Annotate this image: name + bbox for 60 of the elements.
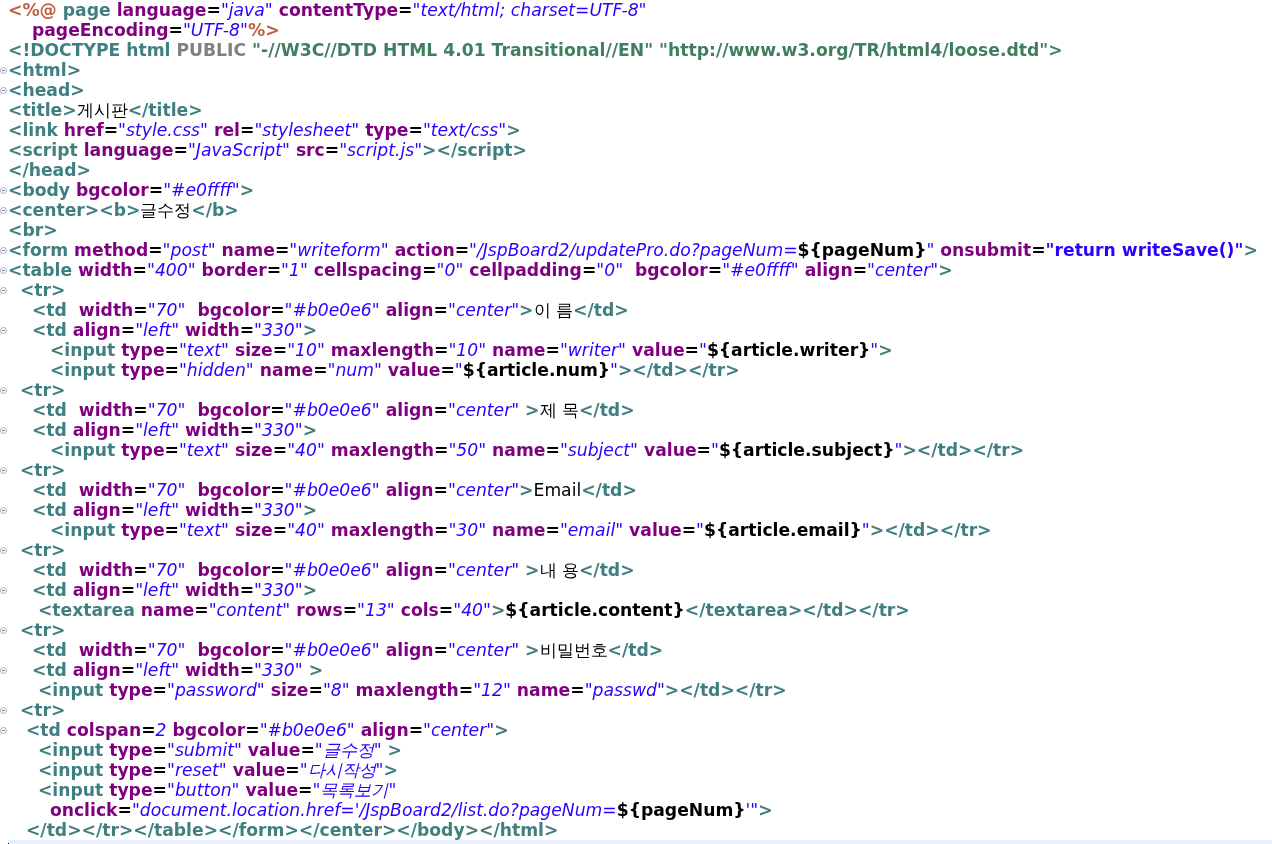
code-line: <tr> [18, 620, 66, 640]
code-line: <td width="70" bgcolor="#b0e0e6" align="center" >제 목</td> [30, 400, 635, 420]
code-line: <tr> [18, 280, 66, 300]
collapse-icon[interactable] [0, 206, 7, 214]
code-line: <input type="hidden" name="num" value="${article.num}"></td></tr> [48, 360, 740, 380]
collapse-icon[interactable] [0, 466, 7, 474]
collapse-icon[interactable] [0, 86, 7, 94]
collapse-icon[interactable] [0, 666, 7, 674]
code-line: <tr> [18, 700, 66, 720]
code-line: <input type="button" value="목록보기" [36, 780, 397, 800]
code-line: <input type="text" size="40" maxlength="50" name="subject" value="${article.subject}"></td></tr> [48, 440, 1025, 460]
code-line: <form method="post" name="writeform" action="/JspBoard2/updatePro.do?pageNum=${pageNum}" onsubmit="return writeSave()"> [8, 240, 1258, 260]
collapse-icon[interactable] [0, 186, 7, 194]
code-line: <tr> [18, 460, 66, 480]
code-line: <table width="400" border="1" cellspacing="0" cellpadding="0" bgcolor="#e0ffff" align="center"> [8, 260, 953, 280]
collapse-icon[interactable] [0, 386, 7, 394]
code-line: <td colspan=2 bgcolor="#b0e0e6" align="center"> [24, 720, 509, 740]
collapse-icon[interactable] [0, 706, 7, 714]
code-line: <link href="style.css" rel="stylesheet" type="text/css"> [8, 120, 521, 140]
code-line: <input type="text" size="40" maxlength="30" name="email" value="${article.email}"></td></tr> [48, 520, 992, 540]
collapse-icon[interactable] [0, 546, 7, 554]
code-line: <body bgcolor="#e0ffff"> [8, 180, 255, 200]
collapse-icon[interactable] [0, 266, 7, 274]
code-line: <tr> [18, 540, 66, 560]
code-line: <title>게시판</title> [8, 100, 203, 120]
code-line: <td align="left" width="330"> [30, 500, 318, 520]
collapse-icon[interactable] [0, 286, 7, 294]
code-line: <textarea name="content" rows="13" cols="40">${article.content}</textarea></td></tr> [36, 600, 910, 620]
code-line: </head> [8, 160, 91, 180]
code-line: onclick="document.location.href='/JspBoard2/list.do?pageNum=${pageNum}'"> [48, 800, 773, 820]
collapse-icon[interactable] [0, 326, 7, 334]
collapse-icon[interactable] [0, 426, 7, 434]
code-line: <td align="left" width="330" > [30, 660, 324, 680]
collapse-icon[interactable] [0, 506, 7, 514]
code-line: pageEncoding="UTF-8"%> [30, 20, 280, 40]
code-line: <script language="JavaScript" src="script.js"></script> [8, 140, 527, 160]
code-line: <html> [8, 60, 82, 80]
code-line: <td width="70" bgcolor="#b0e0e6" align="center">이 름</td> [30, 300, 629, 320]
code-line: <input type="text" size="10" maxlength="10" name="writer" value="${article.writer}"> [48, 340, 893, 360]
collapse-icon[interactable] [0, 726, 7, 734]
code-line: <tr> [18, 380, 66, 400]
code-line: <center><b>글수정</b> [8, 200, 239, 220]
code-line: <input type="submit" value="글수정" > [36, 740, 402, 760]
collapse-icon[interactable] [0, 246, 7, 254]
code-line: <head> [8, 80, 85, 100]
code-line: <td align="left" width="330"> [30, 420, 318, 440]
code-line: <td width="70" bgcolor="#b0e0e6" align="center" >비밀번호</td> [30, 640, 664, 660]
code-line: <td align="left" width="330"> [30, 580, 318, 600]
code-line: <td align="left" width="330"> [30, 320, 318, 340]
collapse-icon[interactable] [0, 586, 7, 594]
collapse-icon[interactable] [0, 66, 7, 74]
code-line: <!DOCTYPE html PUBLIC "-//W3C//DTD HTML 4.01 Transitional//EN" "http://www.w3.org/TR/html4/loose.dtd"> [8, 40, 1063, 60]
code-line: <input type="password" size="8" maxlength="12" name="passwd"></td></tr> [36, 680, 787, 700]
code-line: <td width="70" bgcolor="#b0e0e6" align="center" >내 용</td> [30, 560, 635, 580]
code-line: <%@ page language="java" contentType="text/html; charset=UTF-8" [8, 0, 647, 20]
code-line: </td></tr></table></form></center></body></html> [24, 820, 559, 840]
code-line: <input type="reset" value="다시작성"> [36, 760, 398, 780]
code-line: <br> [8, 220, 58, 240]
code-line: <td width="70" bgcolor="#b0e0e6" align="center">Email</td> [30, 480, 637, 500]
collapse-icon[interactable] [0, 626, 7, 634]
